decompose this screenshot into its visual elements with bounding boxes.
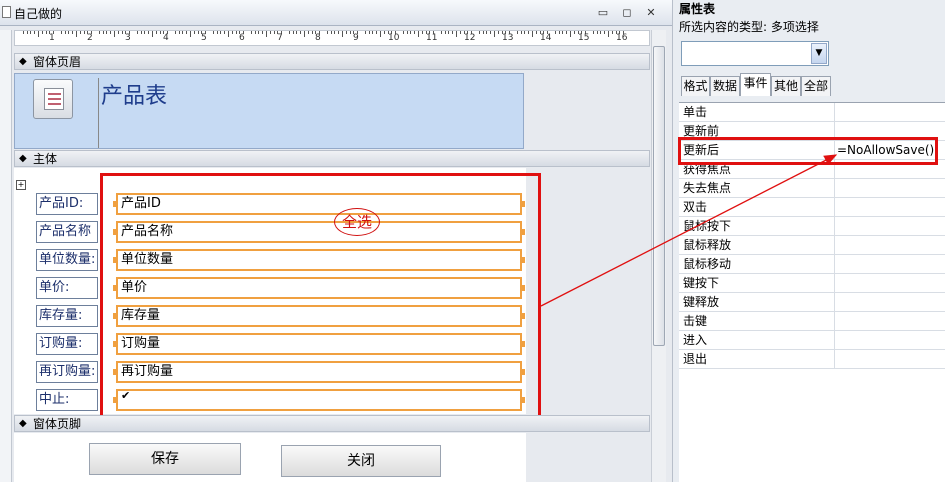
annotation-arrow xyxy=(540,154,838,307)
